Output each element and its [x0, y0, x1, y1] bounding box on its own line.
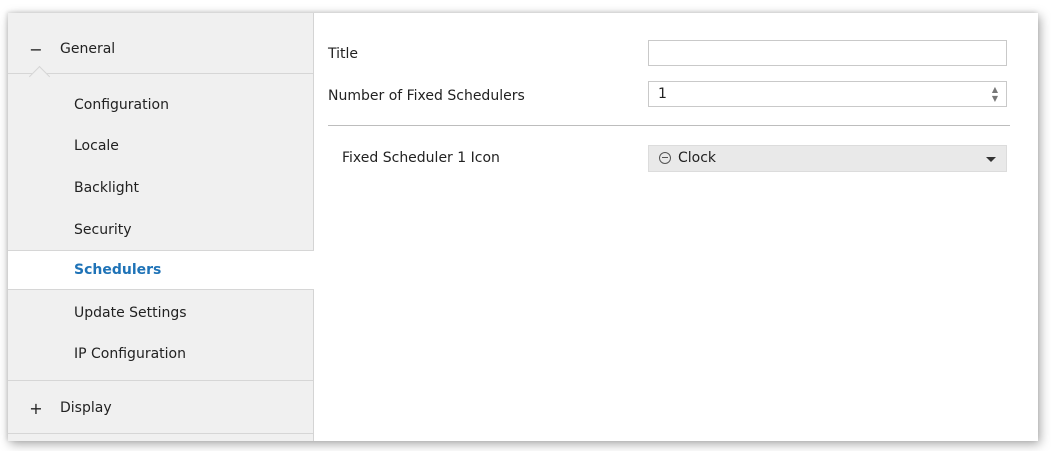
fixed-schedulers-value: 1	[658, 86, 667, 102]
icon-select[interactable]: Clock	[648, 145, 1007, 172]
group-display[interactable]: + Display	[8, 386, 313, 430]
divider	[8, 73, 313, 74]
expand-icon[interactable]: +	[18, 399, 54, 418]
icon-select-value: Clock	[678, 150, 717, 166]
sidebar-item-label: Backlight	[74, 180, 140, 196]
group-general[interactable]: − General	[8, 27, 313, 71]
sidebar: − General Configuration Locale Backlight…	[8, 13, 314, 441]
spinner-arrows-icon[interactable]: ▲ ▼	[990, 85, 1000, 103]
main-panel: Title Number of Fixed Schedulers 1 ▲ ▼ Fi…	[314, 13, 1038, 441]
group-general-label: General	[60, 41, 116, 57]
sidebar-item-label: Locale	[74, 138, 119, 154]
icon-select-label: Fixed Scheduler 1 Icon	[342, 150, 500, 166]
sidebar-item-label: Schedulers	[74, 262, 162, 278]
sidebar-item-label: Security	[74, 222, 132, 238]
collapse-icon[interactable]: −	[18, 40, 54, 59]
title-label: Title	[328, 46, 359, 62]
sidebar-item-label: Configuration	[74, 97, 169, 113]
divider	[328, 125, 1010, 126]
sidebar-item-locale[interactable]: Locale	[8, 126, 313, 166]
clock-icon	[659, 152, 671, 164]
sidebar-item-update-settings[interactable]: Update Settings	[8, 293, 313, 333]
sidebar-item-ip-configuration[interactable]: IP Configuration	[8, 334, 313, 374]
divider	[8, 380, 313, 381]
divider	[8, 433, 313, 434]
sidebar-item-label: Update Settings	[74, 305, 187, 321]
fixed-schedulers-stepper[interactable]: 1 ▲ ▼	[648, 81, 1007, 107]
sidebar-item-backlight[interactable]: Backlight	[8, 168, 313, 208]
group-display-label: Display	[60, 400, 112, 416]
sidebar-item-schedulers[interactable]: Schedulers	[8, 250, 314, 290]
sidebar-item-configuration[interactable]: Configuration	[8, 85, 313, 125]
sidebar-item-label: IP Configuration	[74, 346, 186, 362]
sidebar-item-security[interactable]: Security	[8, 210, 313, 250]
fixed-schedulers-label: Number of Fixed Schedulers	[328, 88, 525, 104]
chevron-down-icon[interactable]	[986, 157, 996, 162]
settings-window: − General Configuration Locale Backlight…	[8, 13, 1038, 441]
title-input[interactable]	[648, 40, 1007, 66]
